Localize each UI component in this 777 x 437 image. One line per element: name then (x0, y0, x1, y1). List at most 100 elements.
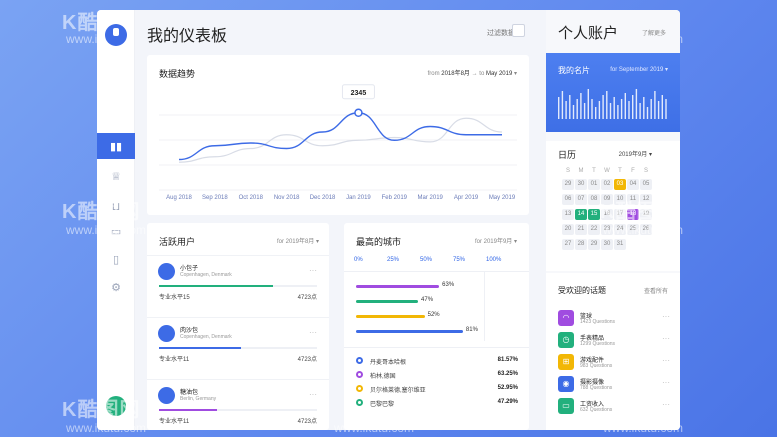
calendar-day[interactable]: 02 (601, 179, 613, 190)
progress-bar (159, 409, 317, 411)
weekday-label: F (631, 168, 635, 174)
calendar-day[interactable]: 14 (575, 209, 587, 220)
x-tick-label: Sep 2018 (202, 195, 228, 201)
document-icon[interactable]: ▯ (97, 246, 135, 272)
calendar-day[interactable]: 03 (614, 179, 626, 190)
more-icon[interactable]: ··· (662, 334, 670, 343)
user-level: 专业水平11 (159, 357, 190, 363)
filter-label[interactable]: 过滤数据 (487, 28, 515, 38)
month-selector[interactable]: for 2019年9月 ▾ (475, 236, 517, 245)
legend-marker (356, 385, 363, 392)
user-row[interactable]: 小包子 Copenhagen, Denmark ··· 专业水平15 4723点 (147, 255, 329, 317)
calendar-month[interactable]: 2019年9月 ▾ (619, 149, 652, 158)
city-legend-item: 贝尔格莱德,塞尔维亚 52.95% (356, 384, 518, 396)
calendar-day[interactable]: 13 (562, 209, 574, 220)
user-points: 4723点 (297, 295, 317, 301)
user-row[interactable]: 肉沙包 Copenhagen, Denmark ··· 专业水平11 4723点 (147, 317, 329, 379)
highlight-point[interactable] (354, 108, 363, 117)
city-legend-item: 柏林,德国 63.25% (356, 370, 518, 382)
spark-bar (561, 91, 564, 119)
x-tick-label: Nov 2018 (274, 195, 300, 201)
more-icon[interactable]: ··· (309, 390, 317, 399)
spark-bar (657, 101, 660, 119)
spark-bar (580, 93, 582, 119)
axis-label: 0% (354, 257, 363, 263)
calendar-day[interactable]: 29 (562, 179, 574, 190)
more-icon[interactable]: ··· (309, 328, 317, 337)
user-avatar (158, 387, 175, 404)
calendar-day[interactable]: 15 (588, 209, 600, 220)
top-cities-card: 最高的城市 for 2019年9月 ▾ 0% 25% 50% 75% 100% 63% 47… (344, 223, 529, 430)
user-location: Berlin, Germany (180, 396, 217, 402)
calendar-title: 日历 (558, 150, 577, 160)
spark-bar (628, 101, 630, 119)
spark-bar (569, 95, 571, 119)
user-name: 糖油包 (180, 390, 199, 396)
trend-chart: 2345 Aug 2018 Sep 2018 Oct 2018 Nov 2018 Dec … (159, 84, 517, 201)
settings-icon[interactable]: ⚙ (97, 274, 135, 300)
user-avatar (158, 325, 175, 342)
watermark-logo: K酷图网 (62, 399, 141, 421)
user-level: 专业水平11 (159, 419, 190, 425)
city-bar-value: 81% (465, 327, 478, 333)
calendar-day[interactable]: 07 (575, 194, 587, 205)
calendar-day[interactable]: 05 (640, 179, 652, 190)
calendar-day[interactable]: 21 (575, 224, 587, 235)
topic-item[interactable]: ▭ 工资收入 632 Questions ··· (558, 398, 670, 418)
topic-item[interactable]: ◠ 篮球 1423 Questions ··· (558, 310, 670, 330)
axis-label: 75% (453, 257, 466, 263)
calendar-day[interactable]: 22 (588, 224, 600, 235)
spark-bar (654, 91, 656, 119)
topic-item[interactable]: ◉ 摄影摄像 788 Questions ··· (558, 376, 670, 396)
watermark-logo: K酷图网 (600, 201, 679, 223)
month-selector[interactable]: for 2019年8月 ▾ (277, 236, 319, 245)
filter-icon[interactable] (512, 24, 525, 37)
x-tick-label: Dec 2018 (310, 195, 336, 201)
namecard: 我的名片 for September 2019 ▾ (546, 53, 680, 132)
spark-bar (643, 97, 645, 119)
app-logo-icon[interactable] (105, 24, 127, 46)
topics-card: 受欢迎的话题 查看所有 ◠ 篮球 1423 Questions ··· ◷ 手表精品 129… (546, 273, 680, 430)
cities-title: 最高的城市 (356, 237, 402, 247)
trophy-icon[interactable]: ♕ (97, 163, 135, 189)
calendar-day[interactable]: 29 (588, 239, 600, 250)
axis-label: 50% (420, 257, 433, 263)
view-all-link[interactable]: 查看所有 (644, 286, 668, 295)
calendar-day[interactable]: 27 (562, 239, 574, 250)
user-avatar (158, 263, 175, 280)
calendar-day[interactable]: 20 (562, 224, 574, 235)
calendar-day[interactable]: 30 (601, 239, 613, 250)
more-icon[interactable]: ··· (662, 400, 670, 409)
chart-icon[interactable]: ▮▮ (97, 133, 135, 159)
user-row[interactable]: 糖油包 Berlin, Germany ··· 专业水平11 4723点 (147, 379, 329, 430)
city-bar-value: 47% (421, 297, 434, 303)
calendar-day[interactable]: 04 (627, 179, 639, 190)
calendar-day[interactable]: 06 (562, 194, 574, 205)
calendar-day[interactable]: 31 (614, 239, 626, 250)
spark-bar (632, 95, 634, 119)
legend-marker (356, 357, 363, 364)
user-name: 小包子 (180, 266, 199, 272)
spark-bar (609, 103, 612, 119)
more-icon[interactable]: ··· (309, 266, 317, 275)
city-percent: 63.25% (497, 371, 518, 377)
more-icon[interactable]: ··· (662, 356, 670, 365)
topic-item[interactable]: ⊞ 游戏配件 983 Questions ··· (558, 354, 670, 374)
calendar-day[interactable]: 30 (575, 179, 587, 190)
spark-bar (565, 101, 567, 119)
page-title: 我的仪表板 (147, 28, 228, 45)
account-title: 个人账户 (558, 25, 619, 42)
divider (344, 271, 529, 272)
calendar-day[interactable]: 01 (588, 179, 600, 190)
city-percent: 52.95% (497, 385, 518, 391)
legend-marker (356, 399, 363, 406)
calendar-day[interactable]: 08 (588, 194, 600, 205)
city-bar-value: 63% (442, 282, 455, 288)
progress-fill (159, 347, 242, 349)
more-icon[interactable]: ··· (662, 378, 670, 387)
weekday-label: T (618, 168, 622, 174)
topic-item[interactable]: ◷ 手表精品 1299 Questions ··· (558, 332, 670, 352)
calendar-day[interactable]: 28 (575, 239, 587, 250)
more-icon[interactable]: ··· (662, 312, 670, 321)
learn-more-link[interactable]: 了解更多 (642, 28, 666, 37)
